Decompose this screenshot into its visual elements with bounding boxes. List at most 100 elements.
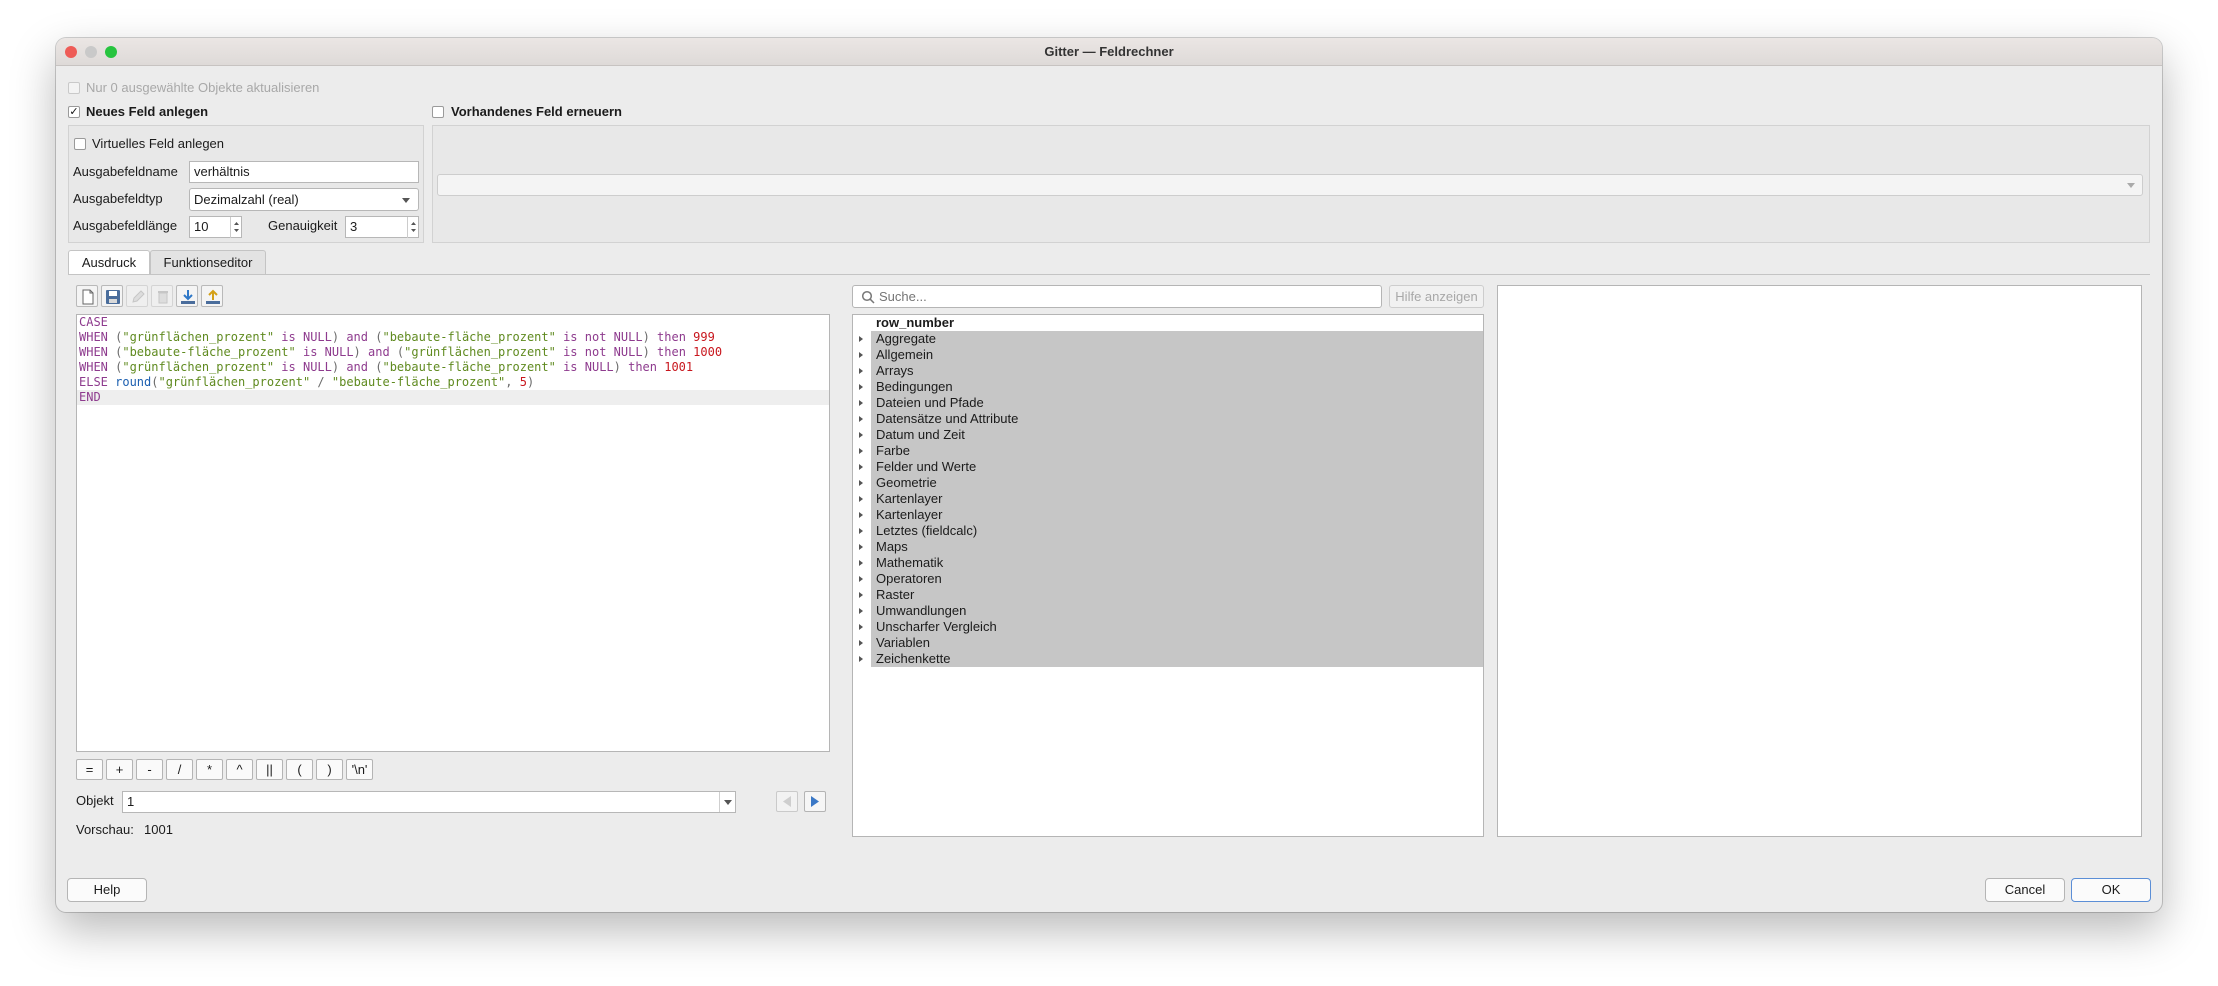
spin-arrows-icon[interactable] <box>407 217 418 238</box>
tree-item-row-number[interactable]: row_number <box>853 315 1483 331</box>
tree-group-item[interactable]: Datensätze und Attribute <box>853 411 1483 427</box>
code-token: ( <box>368 330 383 344</box>
export-icon[interactable] <box>201 285 223 307</box>
precision-label: Genauigkeit <box>268 218 338 233</box>
only-selected-checkbox[interactable] <box>68 82 80 94</box>
expand-arrow-icon[interactable] <box>859 336 863 342</box>
expand-arrow-icon[interactable] <box>859 576 863 582</box>
tree-item-label: Farbe <box>876 443 910 458</box>
new-file-icon[interactable] <box>76 285 98 307</box>
output-name-input[interactable]: verhältnis <box>189 161 419 183</box>
expand-arrow-icon[interactable] <box>859 544 863 550</box>
code-token: "bebaute-fläche_prozent" <box>382 360 556 374</box>
window-title: Gitter — Feldrechner <box>1044 44 1174 59</box>
ok-button[interactable]: OK <box>2071 878 2151 902</box>
code-token: ELSE <box>79 375 116 389</box>
virtual-field-checkbox[interactable] <box>74 138 86 150</box>
tree-group-item[interactable]: Farbe <box>853 443 1483 459</box>
chevron-down-icon <box>2127 183 2135 188</box>
expand-arrow-icon[interactable] <box>859 624 863 630</box>
selection-highlight <box>871 507 1483 523</box>
tree-group-item[interactable]: Operatoren <box>853 571 1483 587</box>
tree-group-item[interactable]: Geometrie <box>853 475 1483 491</box>
output-type-select[interactable]: Dezimalzahl (real) <box>189 188 419 211</box>
function-search-field[interactable] <box>852 285 1382 308</box>
tree-group-item[interactable]: Umwandlungen <box>853 603 1483 619</box>
precision-spinbox[interactable]: 3 <box>345 216 419 238</box>
expand-arrow-icon[interactable] <box>859 400 863 406</box>
expand-arrow-icon[interactable] <box>859 368 863 374</box>
expand-arrow-icon[interactable] <box>859 592 863 598</box>
previous-object-button[interactable] <box>776 791 798 812</box>
operator-multiply-button[interactable]: * <box>196 759 223 780</box>
expand-arrow-icon[interactable] <box>859 480 863 486</box>
tree-group-item[interactable]: Letztes (fieldcalc) <box>853 523 1483 539</box>
operator-close-paren-button[interactable]: ) <box>316 759 343 780</box>
tree-group-item[interactable]: Felder und Werte <box>853 459 1483 475</box>
tree-group-item[interactable]: Dateien und Pfade <box>853 395 1483 411</box>
update-field-checkbox[interactable] <box>432 106 444 118</box>
operator-open-paren-button[interactable]: ( <box>286 759 313 780</box>
operator-divide-button[interactable]: / <box>166 759 193 780</box>
show-help-button[interactable]: Hilfe anzeigen <box>1389 285 1484 308</box>
help-button[interactable]: Help <box>67 878 147 902</box>
tree-group-item[interactable]: Datum und Zeit <box>853 427 1483 443</box>
existing-field-select[interactable] <box>437 174 2143 196</box>
tab-function-editor[interactable]: Funktionseditor <box>150 250 266 274</box>
expand-arrow-icon[interactable] <box>859 416 863 422</box>
expand-arrow-icon[interactable] <box>859 528 863 534</box>
expand-arrow-icon[interactable] <box>859 432 863 438</box>
code-token: 1000 <box>693 345 723 359</box>
next-object-button[interactable] <box>804 791 826 812</box>
expand-arrow-icon[interactable] <box>859 352 863 358</box>
tree-group-item[interactable]: Zeichenkette <box>853 651 1483 667</box>
tree-item-label: Operatoren <box>876 571 942 586</box>
output-name-label: Ausgabefeldname <box>73 164 178 179</box>
output-type-value: Dezimalzahl (real) <box>194 192 299 207</box>
tree-group-item[interactable]: Bedingungen <box>853 379 1483 395</box>
delete-icon[interactable] <box>151 285 173 307</box>
tree-group-item[interactable]: Mathematik <box>853 555 1483 571</box>
selection-highlight <box>871 331 1483 347</box>
code-line: CASE <box>77 315 829 330</box>
tree-group-item[interactable]: Allgemein <box>853 347 1483 363</box>
function-tree[interactable]: row_number Aggregate Allgemein Arrays Beding… <box>852 314 1484 837</box>
tree-group-item[interactable]: Arrays <box>853 363 1483 379</box>
expand-arrow-icon[interactable] <box>859 496 863 502</box>
tree-item-label: Raster <box>876 587 915 602</box>
tree-group-item[interactable]: Unscharfer Vergleich <box>853 619 1483 635</box>
expand-arrow-icon[interactable] <box>859 560 863 566</box>
tree-group-item[interactable]: Raster <box>853 587 1483 603</box>
import-icon[interactable] <box>176 285 198 307</box>
object-select[interactable]: 1 <box>122 791 736 813</box>
tree-group-item[interactable]: Maps <box>853 539 1483 555</box>
edit-icon[interactable] <box>126 285 148 307</box>
new-field-checkbox[interactable]: ✓ <box>68 106 80 118</box>
function-search-input[interactable] <box>879 288 1369 305</box>
tab-expression[interactable]: Ausdruck <box>68 250 150 274</box>
operator-minus-button[interactable]: - <box>136 759 163 780</box>
operator-plus-button[interactable]: + <box>106 759 133 780</box>
expand-arrow-icon[interactable] <box>859 656 863 662</box>
save-icon[interactable] <box>101 285 123 307</box>
tree-group-item[interactable]: Kartenlayer <box>853 507 1483 523</box>
operator-concat-button[interactable]: || <box>256 759 283 780</box>
tree-group-item[interactable]: Kartenlayer <box>853 491 1483 507</box>
title-bar: Gitter — Feldrechner <box>56 38 2162 66</box>
expand-arrow-icon[interactable] <box>859 464 863 470</box>
object-value: 1 <box>127 794 135 809</box>
operator-newline-button[interactable]: '\n' <box>346 759 373 780</box>
expand-arrow-icon[interactable] <box>859 608 863 614</box>
spin-arrows-icon[interactable] <box>230 217 241 238</box>
operator-equals-button[interactable]: = <box>76 759 103 780</box>
operator-power-button[interactable]: ^ <box>226 759 253 780</box>
expand-arrow-icon[interactable] <box>859 384 863 390</box>
expand-arrow-icon[interactable] <box>859 448 863 454</box>
cancel-button[interactable]: Cancel <box>1985 878 2065 902</box>
tree-group-item[interactable]: Aggregate <box>853 331 1483 347</box>
output-length-spinbox[interactable]: 10 <box>189 216 242 238</box>
expression-editor[interactable]: CASE WHEN ("grünflächen_prozent" is NULL)… <box>76 314 830 752</box>
expand-arrow-icon[interactable] <box>859 640 863 646</box>
expand-arrow-icon[interactable] <box>859 512 863 518</box>
tree-group-item[interactable]: Variablen <box>853 635 1483 651</box>
